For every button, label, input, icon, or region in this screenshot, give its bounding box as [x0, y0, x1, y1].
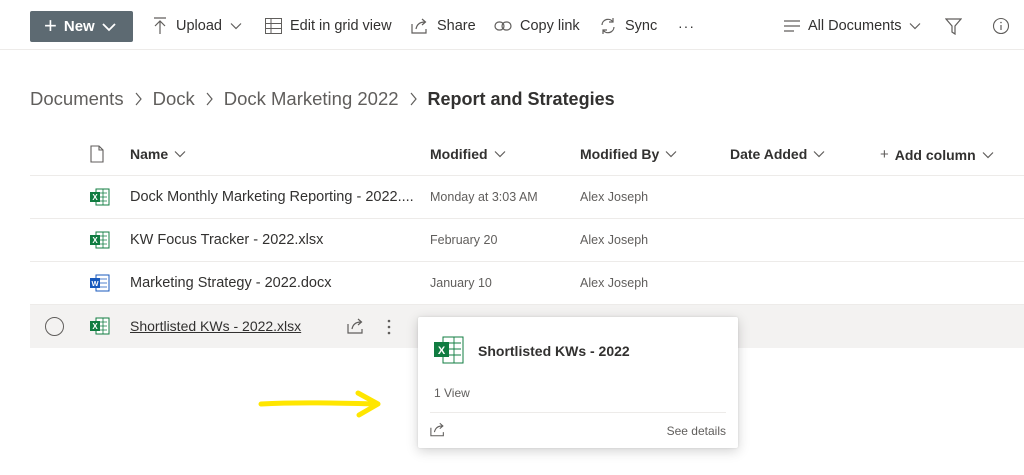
- chevron-down-icon: [494, 151, 505, 158]
- list-view-icon: [784, 20, 800, 32]
- view-selector-label: All Documents: [808, 18, 902, 34]
- add-column-button[interactable]: + Add column: [880, 146, 994, 163]
- copy-link-label: Copy link: [520, 18, 580, 34]
- sync-button[interactable]: Sync: [599, 15, 657, 37]
- chevron-down-icon: [982, 151, 994, 158]
- command-bar: + New Upload Edit in grid view Share Cop…: [0, 0, 1024, 50]
- file-hover-card: X Shortlisted KWs - 2022 1 View See deta…: [418, 317, 738, 448]
- breadcrumb-item-dock[interactable]: Dock: [153, 88, 195, 110]
- share-button[interactable]: Share: [411, 15, 476, 37]
- copy-link-button[interactable]: Copy link: [494, 15, 580, 37]
- column-header-date-added[interactable]: Date Added: [730, 146, 825, 162]
- excel-file-icon: X: [90, 231, 110, 254]
- modified-date: Monday at 3:03 AM: [430, 190, 538, 204]
- chevron-down-icon: [813, 151, 825, 158]
- more-options-icon[interactable]: [386, 318, 392, 341]
- table-row[interactable]: X Dock Monthly Marketing Reporting - 202…: [30, 176, 1024, 219]
- excel-file-icon: X: [90, 188, 110, 211]
- more-icon: ···: [678, 18, 695, 34]
- upload-button[interactable]: Upload: [152, 15, 242, 37]
- view-count: 1 View: [434, 386, 470, 400]
- sync-icon: [601, 18, 615, 34]
- modified-date: February 20: [430, 233, 498, 247]
- column-header-modified-by-label: Modified By: [580, 146, 660, 162]
- chevron-down-icon: [910, 23, 921, 30]
- file-name[interactable]: Dock Monthly Marketing Reporting - 2022.…: [130, 189, 414, 205]
- upload-label: Upload: [176, 18, 222, 34]
- excel-file-icon: X: [90, 317, 110, 340]
- edit-grid-view-label: Edit in grid view: [290, 18, 392, 34]
- table-row[interactable]: X KW Focus Tracker - 2022.xlsx February …: [30, 219, 1024, 262]
- hover-card-title[interactable]: Shortlisted KWs - 2022: [478, 343, 630, 359]
- share-icon: [411, 18, 427, 34]
- file-name[interactable]: Shortlisted KWs - 2022.xlsx: [130, 318, 301, 334]
- filter-icon: [945, 17, 962, 35]
- info-button[interactable]: [992, 15, 1018, 37]
- chevron-down-icon: [665, 151, 677, 158]
- grid-icon: [265, 18, 282, 34]
- view-selector[interactable]: All Documents: [784, 15, 921, 37]
- svg-text:X: X: [92, 322, 98, 331]
- new-button-label: New: [63, 18, 95, 35]
- column-header-date-added-label: Date Added: [730, 146, 808, 162]
- word-file-icon: W: [90, 274, 110, 297]
- edit-grid-view-button[interactable]: Edit in grid view: [265, 15, 392, 37]
- chevron-right-icon: [205, 92, 214, 106]
- add-column-label: Add column: [894, 146, 976, 163]
- breadcrumb-item-documents[interactable]: Documents: [30, 88, 124, 110]
- info-icon: [992, 17, 1010, 35]
- see-details-link[interactable]: See details: [667, 424, 726, 438]
- file-name[interactable]: KW Focus Tracker - 2022.xlsx: [130, 232, 323, 248]
- chevron-right-icon: [409, 92, 418, 106]
- column-header-name-label: Name: [130, 146, 169, 162]
- chevron-down-icon: [174, 151, 186, 158]
- annotation-arrow-icon: [258, 390, 381, 418]
- chevron-right-icon: [134, 92, 143, 106]
- svg-text:X: X: [92, 193, 98, 202]
- row-select-checkbox[interactable]: [45, 317, 64, 336]
- chevron-down-icon: [230, 23, 242, 30]
- plus-icon: +: [880, 146, 889, 163]
- table-header: Name Modified Modified By Date Added + A…: [30, 133, 1024, 176]
- modified-date: January 10: [430, 276, 492, 290]
- modified-by[interactable]: Alex Joseph: [580, 190, 648, 204]
- share-icon[interactable]: [347, 318, 365, 339]
- modified-by[interactable]: Alex Joseph: [580, 276, 648, 290]
- share-icon[interactable]: [430, 422, 446, 442]
- breadcrumb-current: Report and Strategies: [427, 88, 615, 109]
- svg-text:X: X: [438, 345, 446, 357]
- share-label: Share: [437, 18, 476, 34]
- column-header-modified-label: Modified: [430, 146, 488, 162]
- column-header-modified[interactable]: Modified: [430, 146, 506, 162]
- column-header-name[interactable]: Name: [130, 146, 186, 162]
- sync-label: Sync: [625, 18, 658, 34]
- svg-text:X: X: [92, 236, 98, 245]
- column-header-modified-by[interactable]: Modified By: [580, 146, 677, 162]
- modified-by[interactable]: Alex Joseph: [580, 233, 648, 247]
- more-button[interactable]: ···: [678, 15, 695, 37]
- chevron-down-icon: [102, 22, 116, 31]
- breadcrumb-item-dock-marketing[interactable]: Dock Marketing 2022: [224, 88, 399, 110]
- file-type-header[interactable]: [90, 145, 104, 163]
- table-row[interactable]: W Marketing Strategy - 2022.docx January…: [30, 262, 1024, 305]
- excel-file-icon: X: [434, 336, 464, 369]
- file-name[interactable]: Marketing Strategy - 2022.docx: [130, 275, 332, 291]
- upload-icon: [154, 17, 166, 34]
- filter-button[interactable]: [945, 15, 970, 37]
- divider: [430, 412, 726, 413]
- document-icon: [90, 145, 104, 163]
- plus-icon: +: [44, 12, 57, 38]
- link-icon: [494, 21, 512, 31]
- breadcrumb: Documents Dock Dock Marketing 2022 Repor…: [30, 86, 615, 112]
- new-button[interactable]: + New: [30, 11, 133, 42]
- svg-text:W: W: [91, 279, 99, 288]
